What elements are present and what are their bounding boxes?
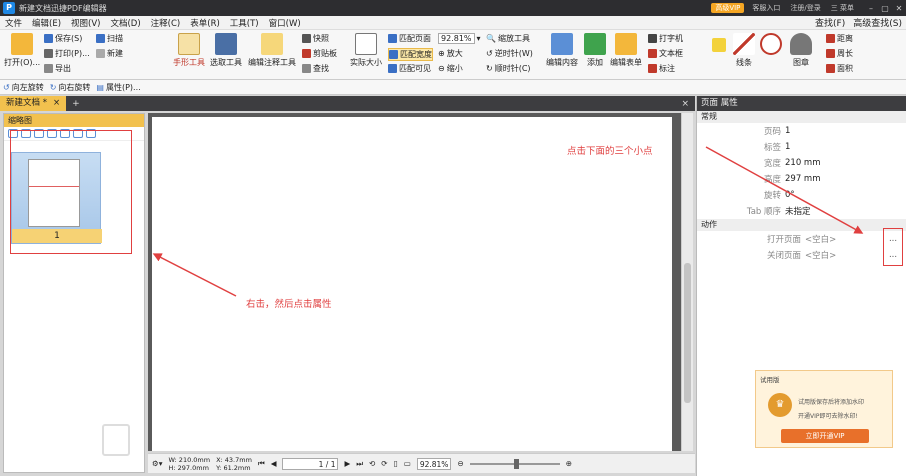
annotation-arrows <box>152 146 864 297</box>
arrow-to-dots <box>705 146 864 234</box>
arrow-to-thumbnail <box>152 253 237 297</box>
